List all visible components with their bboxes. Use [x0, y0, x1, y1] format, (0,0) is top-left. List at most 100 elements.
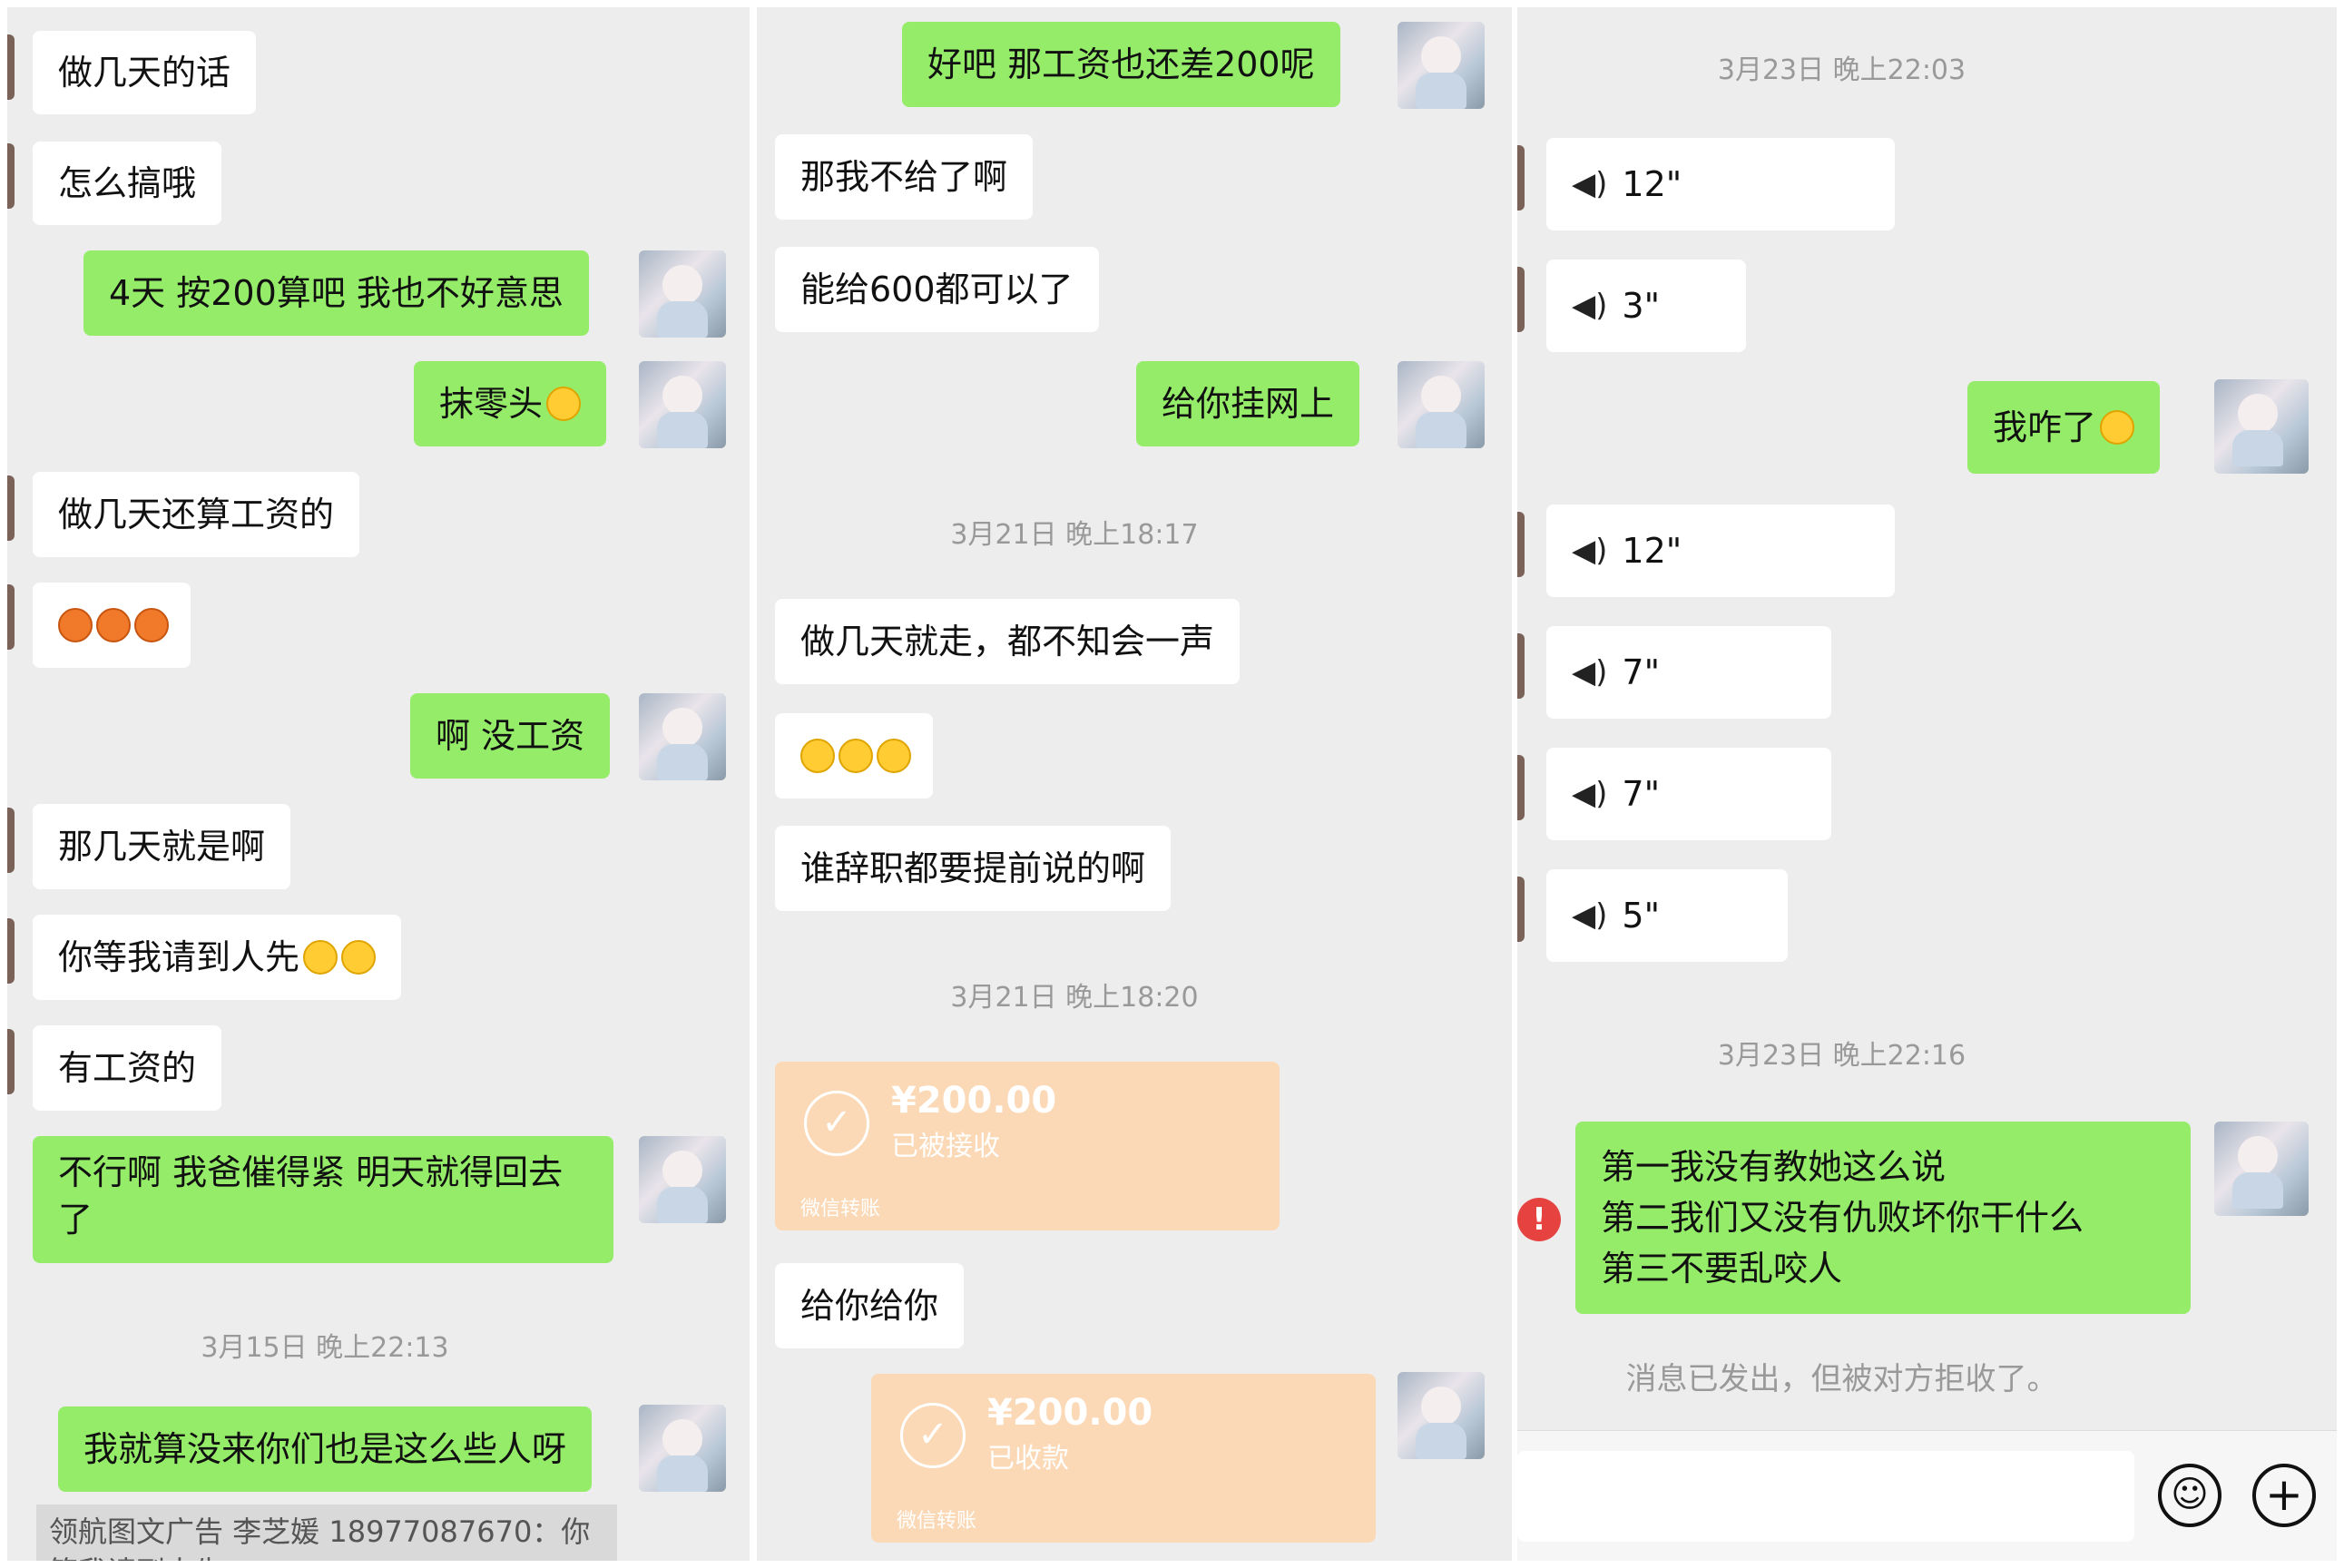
- check-icon: ✓: [900, 1403, 966, 1468]
- message-bubble-outgoing[interactable]: 啊 没工资: [410, 693, 611, 779]
- chat-panel-3: 3月23日 晚上22:03 ◀) 12" ◀) 3" 我咋了 ◀) 12" ◀)…: [1517, 7, 2337, 1561]
- sweat-emoji-icon: [2100, 410, 2135, 445]
- message-bubble-incoming[interactable]: 给你给你: [775, 1263, 965, 1348]
- voice-wave-icon: ◀): [1572, 654, 1608, 691]
- message-bubble-incoming[interactable]: 做几天就走，都不知会一声: [775, 599, 1241, 684]
- avatar[interactable]: [639, 1405, 726, 1492]
- message-bubble-outgoing[interactable]: 好吧 那工资也还差200呢: [902, 22, 1340, 107]
- voice-wave-icon: ◀): [1572, 897, 1608, 934]
- avatar[interactable]: [1398, 1372, 1485, 1459]
- message-bubble-incoming[interactable]: 做几天还算工资的: [33, 472, 360, 557]
- salute-emoji-icon: [839, 739, 873, 773]
- avatar[interactable]: [639, 1136, 726, 1223]
- check-icon: ✓: [804, 1091, 869, 1156]
- plus-icon[interactable]: +: [2252, 1464, 2316, 1527]
- peer-avatar-edge: [1517, 755, 1525, 820]
- peer-avatar-edge: [7, 34, 15, 100]
- smiley-icon[interactable]: ☺: [2158, 1464, 2221, 1527]
- emoji-message-bubble[interactable]: [775, 713, 933, 799]
- message-bubble-outgoing[interactable]: 第一我没有教她这么说 第二我们又没有仇败坏你干什么 第三不要乱咬人: [1575, 1122, 2191, 1314]
- emoji-message-bubble[interactable]: [33, 583, 191, 668]
- voice-wave-icon: ◀): [1572, 288, 1608, 324]
- peer-avatar-edge: [1517, 633, 1525, 699]
- grin-emoji-icon: [303, 940, 338, 975]
- grin-emoji-icon: [341, 940, 377, 975]
- avatar[interactable]: [1398, 361, 1485, 448]
- transfer-label: 微信转账: [897, 1510, 977, 1533]
- peer-avatar-edge: [1517, 877, 1525, 942]
- avatar[interactable]: [639, 693, 726, 780]
- facepalm-emoji-icon: [546, 387, 582, 421]
- transfer-status: 已收款: [987, 1443, 1069, 1475]
- peer-avatar-edge: [7, 475, 15, 541]
- message-bubble-incoming[interactable]: 那几天就是啊: [33, 804, 291, 889]
- voice-duration: 3": [1622, 286, 1661, 326]
- voice-duration: 12": [1622, 164, 1682, 204]
- voice-message[interactable]: ◀) 12": [1546, 505, 1895, 597]
- voice-duration: 7": [1622, 774, 1661, 814]
- voice-wave-icon: ◀): [1572, 533, 1608, 569]
- peer-avatar-edge: [7, 808, 15, 873]
- salute-emoji-icon: [877, 739, 911, 773]
- message-bubble-incoming[interactable]: 有工资的: [33, 1025, 222, 1111]
- timestamp: 3月23日 晚上22:03: [1717, 54, 1966, 86]
- peer-avatar-edge: [7, 918, 15, 984]
- voice-duration: 7": [1622, 652, 1661, 692]
- message-text: 你等我请到人先: [58, 937, 300, 977]
- orange-face-emoji-icon: [96, 608, 131, 642]
- peer-avatar-edge: [7, 584, 15, 650]
- transfer-amount: ¥200.00: [891, 1080, 1057, 1122]
- transfer-amount: ¥200.00: [987, 1392, 1153, 1434]
- voice-duration: 12": [1622, 531, 1682, 571]
- message-bubble-incoming[interactable]: 做几天的话: [33, 31, 257, 114]
- message-bubble-incoming[interactable]: 谁辞职都要提前说的啊: [775, 826, 1172, 911]
- rejected-notice: 消息已发出，但被对方拒收了。: [1625, 1361, 2058, 1397]
- timestamp: 3月21日 晚上18:17: [950, 519, 1199, 551]
- avatar[interactable]: [2214, 379, 2309, 474]
- quoted-reply-preview[interactable]: 领航图文广告 李芝媛 18977087670：你等我请到人先: [36, 1504, 617, 1561]
- orange-face-emoji-icon: [58, 608, 93, 642]
- peer-avatar-edge: [7, 1029, 15, 1094]
- chat-panel-1: 做几天的话 怎么搞哦 4天 按200算吧 我也不好意思 抹零头 做几天还算工资的…: [7, 7, 750, 1561]
- error-icon[interactable]: !: [1517, 1198, 1561, 1241]
- voice-message[interactable]: ◀) 5": [1546, 869, 1788, 962]
- message-bubble-outgoing[interactable]: 不行啊 我爸催得紧 明天就得回去了: [33, 1136, 613, 1263]
- voice-wave-icon: ◀): [1572, 166, 1608, 202]
- peer-avatar-edge: [1517, 512, 1525, 577]
- message-bubble-incoming[interactable]: 能给600都可以了: [775, 247, 1099, 332]
- avatar[interactable]: [639, 361, 726, 448]
- salute-emoji-icon: [800, 739, 835, 773]
- peer-avatar-edge: [7, 143, 15, 209]
- orange-face-emoji-icon: [134, 608, 169, 642]
- message-bubble-incoming[interactable]: 你等我请到人先: [33, 915, 402, 1000]
- message-bubble-incoming[interactable]: 怎么搞哦: [33, 142, 222, 225]
- message-bubble-outgoing[interactable]: 我咋了: [1967, 381, 2161, 474]
- avatar[interactable]: [2214, 1122, 2309, 1216]
- voice-message[interactable]: ◀) 12": [1546, 138, 1895, 230]
- message-bubble-outgoing[interactable]: 我就算没来你们也是这么些人呀: [58, 1406, 593, 1492]
- message-bubble-outgoing[interactable]: 给你挂网上: [1136, 361, 1360, 446]
- transfer-card-collected[interactable]: ✓ ¥200.00 已收款 微信转账: [871, 1374, 1376, 1543]
- avatar[interactable]: [639, 250, 726, 338]
- message-text: 抹零头: [439, 384, 544, 424]
- chat-panel-2: 好吧 那工资也还差200呢 那我不给了啊 能给600都可以了 给你挂网上 3月2…: [757, 7, 1512, 1561]
- timestamp: 3月21日 晚上18:20: [950, 982, 1199, 1014]
- transfer-status: 已被接收: [891, 1131, 1000, 1162]
- timestamp: 3月15日 晚上22:13: [201, 1332, 449, 1364]
- timestamp: 3月23日 晚上22:16: [1717, 1040, 1966, 1072]
- voice-duration: 5": [1622, 896, 1661, 936]
- voice-message[interactable]: ◀) 7": [1546, 748, 1831, 840]
- message-input[interactable]: [1517, 1451, 2134, 1542]
- message-bubble-outgoing[interactable]: 抹零头: [414, 361, 607, 446]
- peer-avatar-edge: [1517, 267, 1525, 332]
- avatar[interactable]: [1398, 22, 1485, 109]
- transfer-label: 微信转账: [800, 1198, 881, 1220]
- voice-message[interactable]: ◀) 7": [1546, 626, 1831, 719]
- message-bubble-outgoing[interactable]: 4天 按200算吧 我也不好意思: [83, 250, 589, 336]
- message-bubble-incoming[interactable]: 那我不给了啊: [775, 134, 1034, 220]
- voice-message[interactable]: ◀) 3": [1546, 260, 1746, 352]
- voice-wave-icon: ◀): [1572, 776, 1608, 812]
- message-text: 我咋了: [1993, 407, 2097, 447]
- transfer-card-received[interactable]: ✓ ¥200.00 已被接收 微信转账: [775, 1062, 1280, 1230]
- input-bar: ☺ +: [1517, 1430, 2337, 1561]
